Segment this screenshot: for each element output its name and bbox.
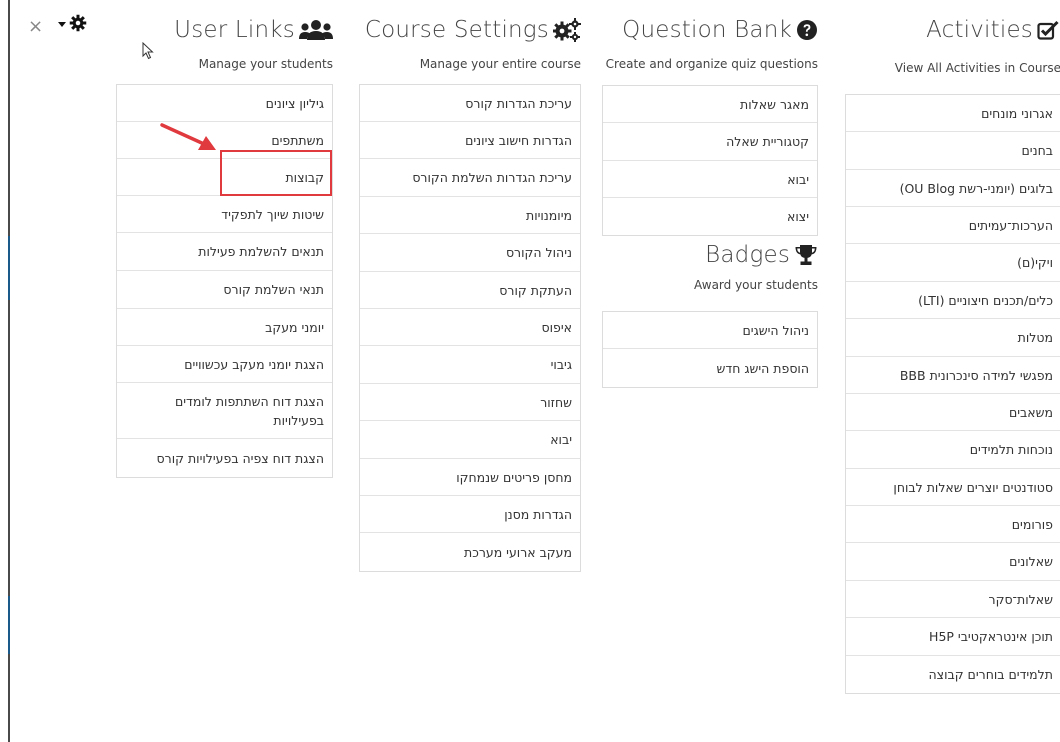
user-links-list: גיליון ציונים משתתפים קבוצות שיטות שיוך …	[116, 84, 333, 478]
left-edge-accent	[8, 236, 10, 300]
user-links-column: User Links Manage your students גיליון צ…	[116, 17, 333, 478]
course-settings-title: Course Settings	[364, 17, 549, 43]
activities-item[interactable]: מטלות	[846, 319, 1060, 357]
activities-item[interactable]: תוכן אינטראקטיבי H5P	[846, 618, 1060, 656]
users-icon	[299, 20, 333, 40]
course-settings-item[interactable]: הגדרות חישוב ציונים	[360, 122, 580, 159]
course-settings-item[interactable]: הגדרות מסנן	[360, 496, 580, 533]
user-links-item[interactable]: תנאי השלמת קורס	[117, 271, 332, 309]
course-settings-item[interactable]: שחזור	[360, 384, 580, 421]
user-links-item[interactable]: הצגת דוח השתתפות לומדים בפעילויות	[117, 383, 332, 439]
course-settings-subtitle: Manage your entire course	[419, 57, 581, 71]
badges-list: ניהול הישגים הוספת הישג חדש	[602, 311, 818, 388]
question-bank-item[interactable]: קטגוריית שאלה	[603, 123, 817, 161]
course-settings-item[interactable]: מעקב ארועי מערכת	[360, 533, 580, 571]
course-settings-item[interactable]: גיבוי	[360, 346, 580, 384]
question-bank-item[interactable]: מאגר שאלות	[603, 86, 817, 123]
user-links-item[interactable]: יומני מעקב	[117, 309, 332, 346]
question-bank-title: Question Bank	[622, 17, 792, 43]
activities-list: אגרוני מונחים בחנים בלוגים (יומני-רשת OU…	[845, 94, 1060, 694]
activities-subtitle: View All Activities in Course	[894, 61, 1060, 75]
activities-item[interactable]: בלוגים (יומני-רשת OU Blog)	[846, 170, 1060, 207]
user-links-item[interactable]: גיליון ציונים	[117, 85, 332, 122]
cogs-icon	[553, 18, 581, 42]
course-settings-item[interactable]: העתקת קורס	[360, 272, 580, 309]
activities-item[interactable]: הערכות־עמיתים	[846, 207, 1060, 244]
activities-item[interactable]: כלים/תכנים חיצוניים (LTI)	[846, 282, 1060, 319]
activities-column: Activities View All Activities in Course…	[845, 17, 1060, 694]
question-bank-subtitle: Create and organize quiz questions	[605, 57, 818, 71]
settings-menu-toggle[interactable]	[58, 14, 87, 32]
activities-item[interactable]: בחנים	[846, 132, 1060, 170]
course-settings-item[interactable]: יבוא	[360, 421, 580, 459]
checkbox-icon	[1037, 20, 1059, 40]
course-settings-column: Course Settings Manage your entire cours…	[359, 17, 581, 572]
question-bank-item[interactable]: יבוא	[603, 161, 817, 198]
activities-item[interactable]: סטודנטים יוצרים שאלות לבוחן	[846, 469, 1060, 506]
activities-item[interactable]: שאלות־סקר	[846, 581, 1060, 618]
question-bank-list: מאגר שאלות קטגוריית שאלה יבוא יצוא	[602, 85, 818, 236]
activities-title: Activities	[926, 17, 1033, 43]
left-edge-accent	[8, 596, 10, 654]
activities-item[interactable]: משאבים	[846, 394, 1060, 431]
user-links-subtitle: Manage your students	[198, 57, 333, 71]
user-links-title: User Links	[174, 17, 295, 43]
course-settings-list: עריכת הגדרות קורס הגדרות חישוב ציונים ער…	[359, 84, 581, 572]
badges-subtitle: Award your students	[694, 278, 818, 292]
activities-item[interactable]: שאלונים	[846, 543, 1060, 581]
user-links-item[interactable]: הצגת דוח צפיה בפעילויות קורס	[117, 439, 332, 477]
badges-item[interactable]: ניהול הישגים	[603, 312, 817, 349]
activities-item[interactable]: מפגשי למידה סינכרונית BBB	[846, 357, 1060, 394]
activities-item[interactable]: תלמידים בוחרים קבוצה	[846, 656, 1060, 693]
course-settings-item[interactable]: מיומנויות	[360, 197, 580, 234]
course-settings-item[interactable]: עריכת הגדרות השלמת הקורס	[360, 159, 580, 197]
activities-item[interactable]: ויקי(ם)	[846, 244, 1060, 282]
user-links-item[interactable]: הצגת יומני מעקב עכשוויים	[117, 346, 332, 383]
course-settings-item[interactable]: ניהול הקורס	[360, 234, 580, 272]
course-settings-item[interactable]: עריכת הגדרות קורס	[360, 85, 580, 122]
user-links-item[interactable]: תנאים להשלמת פעילות	[117, 233, 332, 271]
badges-header: Badges	[602, 242, 818, 268]
trophy-icon	[795, 245, 817, 265]
question-circle-icon	[797, 20, 817, 40]
red-arrow-icon	[160, 123, 216, 150]
course-settings-item[interactable]: איפוס	[360, 309, 580, 346]
course-settings-item[interactable]: מחסן פריטים שנמחקו	[360, 459, 580, 496]
activities-item[interactable]: נוכחות תלמידים	[846, 431, 1060, 469]
question-bank-item[interactable]: יצוא	[603, 198, 817, 235]
activities-item[interactable]: פורומים	[846, 506, 1060, 543]
close-icon[interactable]: ×	[28, 18, 43, 36]
badges-item[interactable]: הוספת הישג חדש	[603, 349, 817, 387]
gear-icon	[69, 14, 87, 32]
highlight-box	[220, 150, 332, 196]
badges-title: Badges	[705, 242, 790, 268]
activities-item[interactable]: אגרוני מונחים	[846, 95, 1060, 132]
user-links-item[interactable]: שיטות שיוך לתפקיד	[117, 196, 332, 233]
caret-down-icon	[58, 21, 66, 27]
question-bank-column: Question Bank Create and organize quiz q…	[602, 17, 818, 388]
